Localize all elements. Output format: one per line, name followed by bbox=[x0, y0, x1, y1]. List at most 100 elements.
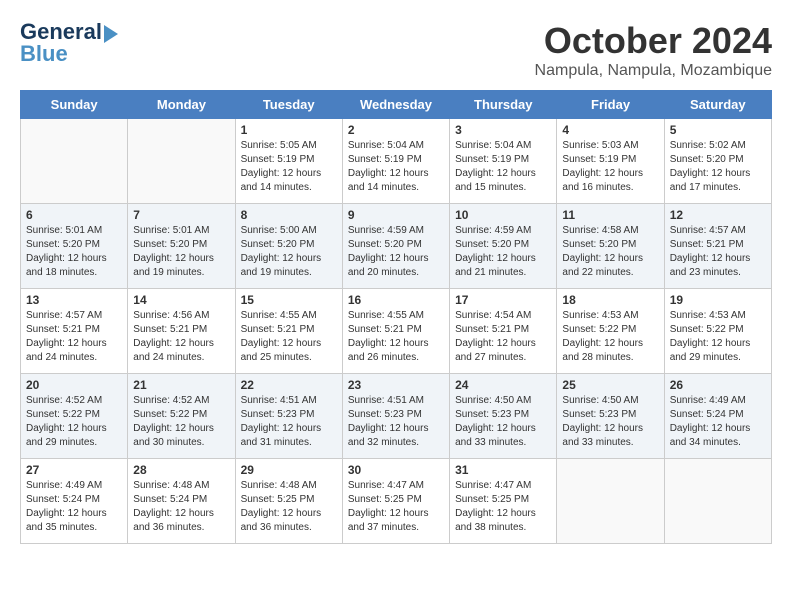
calendar-cell: 31Sunrise: 4:47 AM Sunset: 5:25 PM Dayli… bbox=[450, 459, 557, 544]
day-of-week-header: Tuesday bbox=[235, 91, 342, 119]
calendar-cell: 26Sunrise: 4:49 AM Sunset: 5:24 PM Dayli… bbox=[664, 374, 771, 459]
calendar-cell: 18 Sunrise: 4:53 AM Sunset: 5:22 PM Dayli… bbox=[557, 289, 664, 374]
day-info: Sunrise: 4:49 AM Sunset: 5:24 PM Dayligh… bbox=[26, 479, 122, 535]
day-number: 12 bbox=[670, 208, 766, 222]
day-number: 11 bbox=[562, 208, 658, 222]
calendar-cell: 13 Sunrise: 4:57 AM Sunset: 5:21 PM Dayli… bbox=[21, 289, 128, 374]
day-info: Sunrise: 4:53 AM Sunset: 5:22 PM Dayligh… bbox=[670, 309, 766, 365]
day-of-week-header: Saturday bbox=[664, 91, 771, 119]
day-number: 17 bbox=[455, 293, 551, 307]
day-number: 4 bbox=[562, 123, 658, 137]
day-info: Sunrise: 5:04 AM Sunset: 5:19 PM Dayligh… bbox=[455, 139, 551, 195]
calendar-week-row: 20 Sunrise: 4:52 AM Sunset: 5:22 PM Dayli… bbox=[21, 374, 772, 459]
day-info: Sunrise: 5:05 AM Sunset: 5:19 PM Dayligh… bbox=[241, 139, 337, 195]
day-number: 7 bbox=[133, 208, 229, 222]
day-of-week-header: Friday bbox=[557, 91, 664, 119]
calendar-cell: 15 Sunrise: 4:55 AM Sunset: 5:21 PM Dayli… bbox=[235, 289, 342, 374]
day-info: Sunrise: 4:48 AM Sunset: 5:24 PM Dayligh… bbox=[133, 479, 229, 535]
calendar-cell: 6 Sunrise: 5:01 AM Sunset: 5:20 PM Daylig… bbox=[21, 204, 128, 289]
calendar-cell: 17Sunrise: 4:54 AM Sunset: 5:21 PM Dayli… bbox=[450, 289, 557, 374]
calendar-cell: 30 Sunrise: 4:47 AM Sunset: 5:25 PM Dayli… bbox=[342, 459, 449, 544]
day-info: Sunrise: 4:57 AM Sunset: 5:21 PM Dayligh… bbox=[26, 309, 122, 365]
calendar-cell: 1Sunrise: 5:05 AM Sunset: 5:19 PM Daylig… bbox=[235, 119, 342, 204]
day-number: 5 bbox=[670, 123, 766, 137]
day-number: 21 bbox=[133, 378, 229, 392]
calendar-cell: 3 Sunrise: 5:04 AM Sunset: 5:19 PM Daylig… bbox=[450, 119, 557, 204]
day-number: 16 bbox=[348, 293, 444, 307]
day-number: 24 bbox=[455, 378, 551, 392]
calendar-cell: 16 Sunrise: 4:55 AM Sunset: 5:21 PM Dayli… bbox=[342, 289, 449, 374]
day-number: 25 bbox=[562, 378, 658, 392]
day-info: Sunrise: 5:01 AM Sunset: 5:20 PM Dayligh… bbox=[133, 224, 229, 280]
day-number: 2 bbox=[348, 123, 444, 137]
day-number: 29 bbox=[241, 463, 337, 477]
day-info: Sunrise: 4:53 AM Sunset: 5:22 PM Dayligh… bbox=[562, 309, 658, 365]
location: Nampula, Nampula, Mozambique bbox=[535, 62, 772, 80]
calendar-cell: 9 Sunrise: 4:59 AM Sunset: 5:20 PM Daylig… bbox=[342, 204, 449, 289]
calendar-cell bbox=[557, 459, 664, 544]
logo: General Blue bbox=[20, 20, 118, 66]
calendar-cell: 20 Sunrise: 4:52 AM Sunset: 5:22 PM Dayli… bbox=[21, 374, 128, 459]
day-info: Sunrise: 5:00 AM Sunset: 5:20 PM Dayligh… bbox=[241, 224, 337, 280]
day-number: 9 bbox=[348, 208, 444, 222]
day-info: Sunrise: 5:03 AM Sunset: 5:19 PM Dayligh… bbox=[562, 139, 658, 195]
day-number: 30 bbox=[348, 463, 444, 477]
calendar-cell: 23Sunrise: 4:51 AM Sunset: 5:23 PM Dayli… bbox=[342, 374, 449, 459]
day-info: Sunrise: 4:52 AM Sunset: 5:22 PM Dayligh… bbox=[133, 394, 229, 450]
day-info: Sunrise: 5:01 AM Sunset: 5:20 PM Dayligh… bbox=[26, 224, 122, 280]
day-number: 13 bbox=[26, 293, 122, 307]
day-of-week-header: Monday bbox=[128, 91, 235, 119]
logo-text-blue: Blue bbox=[20, 42, 68, 66]
day-of-week-header: Thursday bbox=[450, 91, 557, 119]
title-block: October 2024 Nampula, Nampula, Mozambiqu… bbox=[535, 20, 772, 80]
calendar-cell bbox=[664, 459, 771, 544]
day-number: 6 bbox=[26, 208, 122, 222]
day-info: Sunrise: 4:50 AM Sunset: 5:23 PM Dayligh… bbox=[455, 394, 551, 450]
day-number: 3 bbox=[455, 123, 551, 137]
day-info: Sunrise: 4:55 AM Sunset: 5:21 PM Dayligh… bbox=[348, 309, 444, 365]
day-info: Sunrise: 5:04 AM Sunset: 5:19 PM Dayligh… bbox=[348, 139, 444, 195]
day-number: 26 bbox=[670, 378, 766, 392]
day-info: Sunrise: 4:51 AM Sunset: 5:23 PM Dayligh… bbox=[241, 394, 337, 450]
day-info: Sunrise: 4:56 AM Sunset: 5:21 PM Dayligh… bbox=[133, 309, 229, 365]
calendar-cell: 27 Sunrise: 4:49 AM Sunset: 5:24 PM Dayli… bbox=[21, 459, 128, 544]
calendar-cell: 4 Sunrise: 5:03 AM Sunset: 5:19 PM Daylig… bbox=[557, 119, 664, 204]
calendar-week-row: 1Sunrise: 5:05 AM Sunset: 5:19 PM Daylig… bbox=[21, 119, 772, 204]
day-info: Sunrise: 4:57 AM Sunset: 5:21 PM Dayligh… bbox=[670, 224, 766, 280]
month-title: October 2024 bbox=[535, 20, 772, 62]
calendar-cell: 22 Sunrise: 4:51 AM Sunset: 5:23 PM Dayli… bbox=[235, 374, 342, 459]
calendar-cell: 19Sunrise: 4:53 AM Sunset: 5:22 PM Dayli… bbox=[664, 289, 771, 374]
day-info: Sunrise: 4:47 AM Sunset: 5:25 PM Dayligh… bbox=[348, 479, 444, 535]
day-number: 10 bbox=[455, 208, 551, 222]
day-number: 18 bbox=[562, 293, 658, 307]
day-of-week-header: Sunday bbox=[21, 91, 128, 119]
day-number: 14 bbox=[133, 293, 229, 307]
day-info: Sunrise: 4:52 AM Sunset: 5:22 PM Dayligh… bbox=[26, 394, 122, 450]
day-info: Sunrise: 4:55 AM Sunset: 5:21 PM Dayligh… bbox=[241, 309, 337, 365]
calendar-cell: 24 Sunrise: 4:50 AM Sunset: 5:23 PM Dayli… bbox=[450, 374, 557, 459]
calendar-week-row: 13 Sunrise: 4:57 AM Sunset: 5:21 PM Dayli… bbox=[21, 289, 772, 374]
calendar-cell: 25Sunrise: 4:50 AM Sunset: 5:23 PM Dayli… bbox=[557, 374, 664, 459]
day-info: Sunrise: 4:59 AM Sunset: 5:20 PM Dayligh… bbox=[455, 224, 551, 280]
logo-arrow-icon bbox=[104, 25, 118, 43]
calendar-cell: 2 Sunrise: 5:04 AM Sunset: 5:19 PM Daylig… bbox=[342, 119, 449, 204]
calendar-cell: 10 Sunrise: 4:59 AM Sunset: 5:20 PM Dayli… bbox=[450, 204, 557, 289]
day-info: Sunrise: 4:51 AM Sunset: 5:23 PM Dayligh… bbox=[348, 394, 444, 450]
calendar-cell: 29Sunrise: 4:48 AM Sunset: 5:25 PM Dayli… bbox=[235, 459, 342, 544]
day-number: 20 bbox=[26, 378, 122, 392]
calendar-cell bbox=[21, 119, 128, 204]
calendar-cell bbox=[128, 119, 235, 204]
calendar-cell: 7 Sunrise: 5:01 AM Sunset: 5:20 PM Daylig… bbox=[128, 204, 235, 289]
day-info: Sunrise: 4:59 AM Sunset: 5:20 PM Dayligh… bbox=[348, 224, 444, 280]
calendar-cell: 11 Sunrise: 4:58 AM Sunset: 5:20 PM Dayli… bbox=[557, 204, 664, 289]
day-number: 22 bbox=[241, 378, 337, 392]
calendar-cell: 21 Sunrise: 4:52 AM Sunset: 5:22 PM Dayli… bbox=[128, 374, 235, 459]
calendar-cell: 8Sunrise: 5:00 AM Sunset: 5:20 PM Daylig… bbox=[235, 204, 342, 289]
day-info: Sunrise: 4:58 AM Sunset: 5:20 PM Dayligh… bbox=[562, 224, 658, 280]
calendar-table: SundayMondayTuesdayWednesdayThursdayFrid… bbox=[20, 90, 772, 544]
day-info: Sunrise: 5:02 AM Sunset: 5:20 PM Dayligh… bbox=[670, 139, 766, 195]
day-number: 27 bbox=[26, 463, 122, 477]
calendar-cell: 12 Sunrise: 4:57 AM Sunset: 5:21 PM Dayli… bbox=[664, 204, 771, 289]
day-number: 15 bbox=[241, 293, 337, 307]
day-number: 31 bbox=[455, 463, 551, 477]
